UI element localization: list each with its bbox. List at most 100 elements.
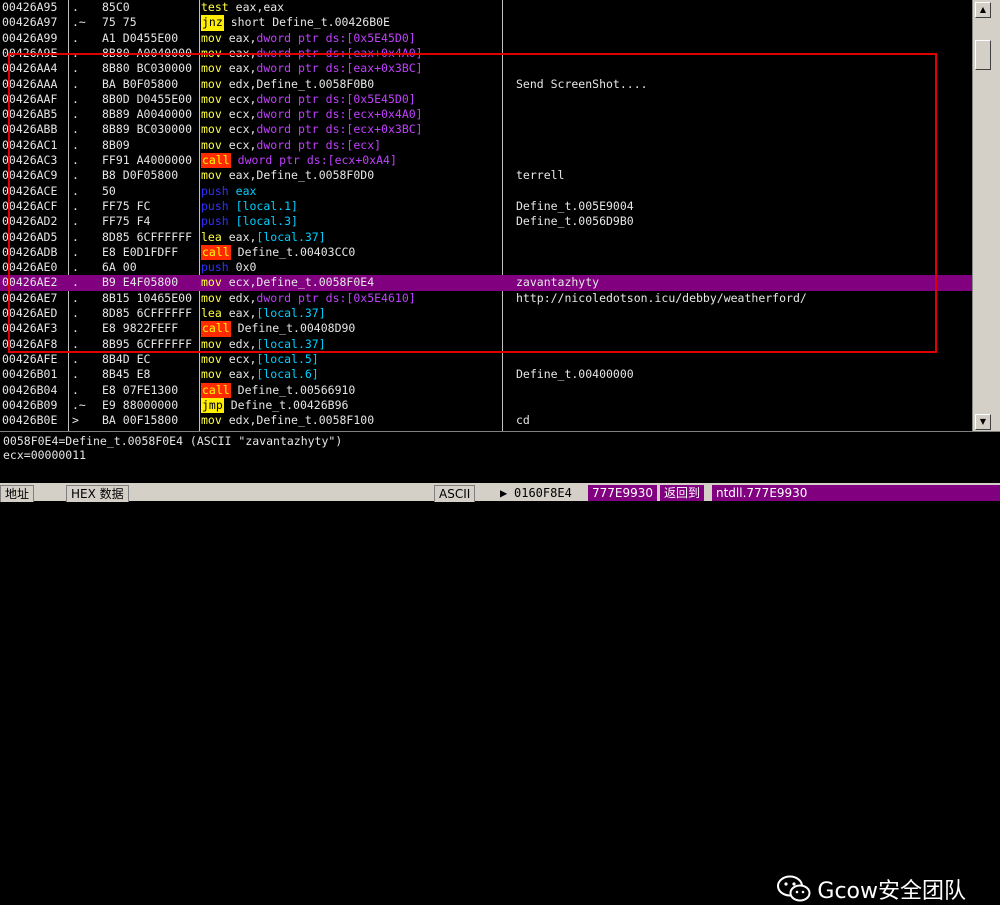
disassembly-pane[interactable]: 00426A95. 85C0 test eax,eax 00426A97 .~ 75 75… — [0, 0, 972, 431]
instruction-row[interactable]: 00426AF3. E8 9822FEFF call Define_t.00408D… — [0, 321, 972, 337]
row-address: 00426AD5 — [2, 229, 58, 244]
operand: eax, — [228, 367, 257, 382]
scroll-thumb[interactable] — [975, 40, 991, 70]
instruction-row[interactable]: 00426B01. 8B45 E8 mov eax,[local.6] Define_… — [0, 367, 972, 382]
instruction-row[interactable]: 00426AAF. 8B0D D0455E00 mov ecx,dword ptr … — [0, 92, 972, 107]
instruction-row[interactable]: 00426AB5. 8B89 A0040000 mov ecx,dword ptr … — [0, 107, 972, 122]
mnemonic: mov — [201, 290, 222, 305]
row-hex-bytes: 8B45 E8 — [102, 367, 151, 382]
row-marker: . — [72, 244, 79, 259]
operand: dword ptr ds:[ecx+0x3BC] — [256, 122, 423, 137]
instruction-row[interactable]: 00426A95. 85C0 test eax,eax — [0, 0, 972, 15]
scroll-down-arrow-icon[interactable]: ▼ — [975, 414, 991, 430]
instruction-row[interactable]: 00426AAA. BA B0F05800 mov edx,Define_t.005… — [0, 77, 972, 92]
operand: Define_t.00408D90 — [237, 321, 356, 336]
row-hex-bytes: 8B89 A0040000 — [102, 107, 193, 122]
row-disassembly: mov edx,dword ptr ds:[0x5E4610] — [201, 291, 501, 306]
instruction-row[interactable]: 00426AFE. 8B4D EC mov ecx,[local.5] — [0, 352, 972, 367]
row-hex-bytes: E9 88000000 — [102, 397, 179, 412]
row-disassembly: mov edx,Define_t.0058F0B0 — [201, 77, 501, 92]
row-hex-bytes: 85C0 — [102, 0, 130, 14]
instruction-row[interactable]: 00426A9E. 8B80 A0040000 mov eax,dword ptr … — [0, 46, 972, 61]
row-comment: terrell — [516, 168, 565, 183]
operand: dword ptr ds:[eax+0x3BC] — [256, 61, 423, 76]
instruction-row[interactable]: 00426B09 .~ E9 88000000 jmp Define_t.00426B… — [0, 397, 972, 414]
row-comment — [516, 398, 966, 413]
row-comment: http://nicoledotson.icu/debby/weatherfor… — [516, 290, 807, 305]
row-marker: . — [72, 229, 79, 244]
instruction-row[interactable]: 00426ACF. FF75 FC push [local.1] Define_t.0… — [0, 199, 972, 214]
instruction-row[interactable]: 00426AF8. 8B95 6CFFFFFF mov edx,[local.37] — [0, 337, 972, 352]
mnemonic: mov — [201, 137, 222, 152]
mnemonic: push — [201, 260, 229, 275]
operand: ecx, — [228, 122, 257, 137]
row-hex-bytes: E8 07FE1300 — [102, 382, 179, 397]
instruction-row[interactable]: 00426ADB. E8 E0D1FDFF call Define_t.00403C… — [0, 244, 972, 261]
instruction-row[interactable]: 00426AC3. FF91 A4000000 call dword ptr ds:… — [0, 153, 972, 169]
status-bar: 地址 HEX 数据 ASCII ▶ 0160F8E4 777E9930 返回到 … — [0, 483, 1000, 502]
row-hex-bytes: FF75 FC — [102, 198, 151, 213]
operand: ecx, — [228, 137, 257, 152]
instruction-row[interactable]: 00426ABB. 8B89 BC030000 mov ecx,dword ptr … — [0, 122, 972, 137]
row-comment — [516, 260, 966, 275]
operand: eax, — [228, 45, 257, 60]
row-disassembly: lea eax,[local.37] — [201, 306, 501, 321]
row-hex-bytes: 8B95 6CFFFFFF — [102, 336, 193, 351]
row-disassembly: lea eax,[local.37] — [201, 230, 501, 245]
operand: eax,Define_t.0058F0D0 — [228, 168, 375, 183]
row-marker: . — [72, 30, 79, 45]
instruction-row[interactable]: 00426A99. A1 D0455E00 mov eax,dword ptr ds… — [0, 31, 972, 46]
instruction-row[interactable]: 00426AE0. 6A 00 push 0x0 — [0, 260, 972, 275]
row-disassembly: jnz short Define_t.00426B0E — [201, 15, 501, 31]
ascii-column-header[interactable]: ASCII — [434, 485, 476, 502]
row-disassembly: test eax,eax — [201, 0, 501, 15]
operand: Define_t.00426B96 — [230, 397, 349, 412]
instruction-row-selected[interactable]: 00426AE2. B9 E4F05800 mov ecx,Define_t.005… — [0, 275, 972, 291]
instruction-row[interactable]: 00426AC9. B8 D0F05800 mov eax,Define_t.005… — [0, 168, 972, 183]
instruction-row[interactable]: 00426ACE. 50 push eax — [0, 184, 972, 199]
instruction-row[interactable]: 00426AE7. 8B15 10465E00 mov edx,dword ptr … — [0, 291, 972, 306]
row-comment — [516, 46, 966, 61]
row-address: 00426A9E — [2, 45, 58, 60]
operand: Define_t.00566910 — [237, 382, 356, 397]
instruction-row[interactable]: 00426AA4. 8B80 BC030000 mov eax,dword ptr … — [0, 61, 972, 76]
instruction-row[interactable]: 00426AC1. 8B09 mov ecx,dword ptr ds:[ecx] — [0, 138, 972, 153]
operand: [local.5] — [256, 351, 319, 366]
row-disassembly: call dword ptr ds:[ecx+0xA4] — [201, 153, 501, 169]
return-label: 返回到 — [660, 485, 705, 501]
instruction-row[interactable]: 00426B0E > BA 00F15800 mov edx,Define_t.005… — [0, 413, 972, 428]
mnemonic: call — [201, 321, 231, 337]
operand: dword ptr ds:[0x5E45D0] — [256, 30, 416, 45]
instruction-row[interactable]: 00426AED. 8D85 6CFFFFFF lea eax,[local.37] — [0, 306, 972, 321]
hex-data-column-header[interactable]: HEX 数据 — [66, 485, 129, 502]
operand: dword ptr ds:[ecx] — [256, 137, 382, 152]
row-hex-bytes: 8B15 10465E00 — [102, 290, 193, 305]
instruction-row[interactable]: 00426AD5. 8D85 6CFFFFFF lea eax,[local.37] — [0, 230, 972, 245]
row-disassembly: mov eax,[local.6] — [201, 367, 501, 382]
row-address: 00426A99 — [2, 30, 58, 45]
address-column-header[interactable]: 地址 — [0, 485, 35, 502]
row-disassembly: push [local.3] — [201, 214, 501, 229]
row-comment — [516, 107, 966, 122]
row-disassembly: mov ecx,[local.5] — [201, 352, 501, 367]
operand: eax, — [228, 229, 257, 244]
scroll-up-arrow-icon[interactable]: ▲ — [975, 2, 991, 18]
mnemonic: mov — [201, 107, 222, 122]
vertical-scrollbar[interactable]: ▲ ▼ — [972, 0, 1000, 431]
instruction-row[interactable]: 00426A97 .~ 75 75 jnz short Define_t.00426B… — [0, 15, 972, 31]
row-address: 00426B0E — [2, 413, 58, 428]
info-line-register: ecx=00000011 — [3, 448, 87, 462]
instruction-row[interactable]: 00426B04. E8 07FE1300 call Define_t.005669… — [0, 382, 972, 398]
row-marker: . — [72, 260, 79, 275]
row-comment — [516, 230, 966, 245]
row-comment — [516, 92, 966, 107]
row-hex-bytes: 8B0D D0455E00 — [102, 91, 193, 106]
operand: eax — [235, 183, 257, 198]
mnemonic: mov — [201, 76, 222, 91]
row-hex-bytes: BA 00F15800 — [102, 413, 179, 428]
operand: Define_t.00403CC0 — [237, 244, 356, 259]
operand: ecx, — [228, 351, 257, 366]
row-marker: . — [72, 137, 79, 152]
instruction-row[interactable]: 00426AD2. FF75 F4 push [local.3] Define_t.0… — [0, 214, 972, 229]
row-comment — [516, 245, 966, 260]
